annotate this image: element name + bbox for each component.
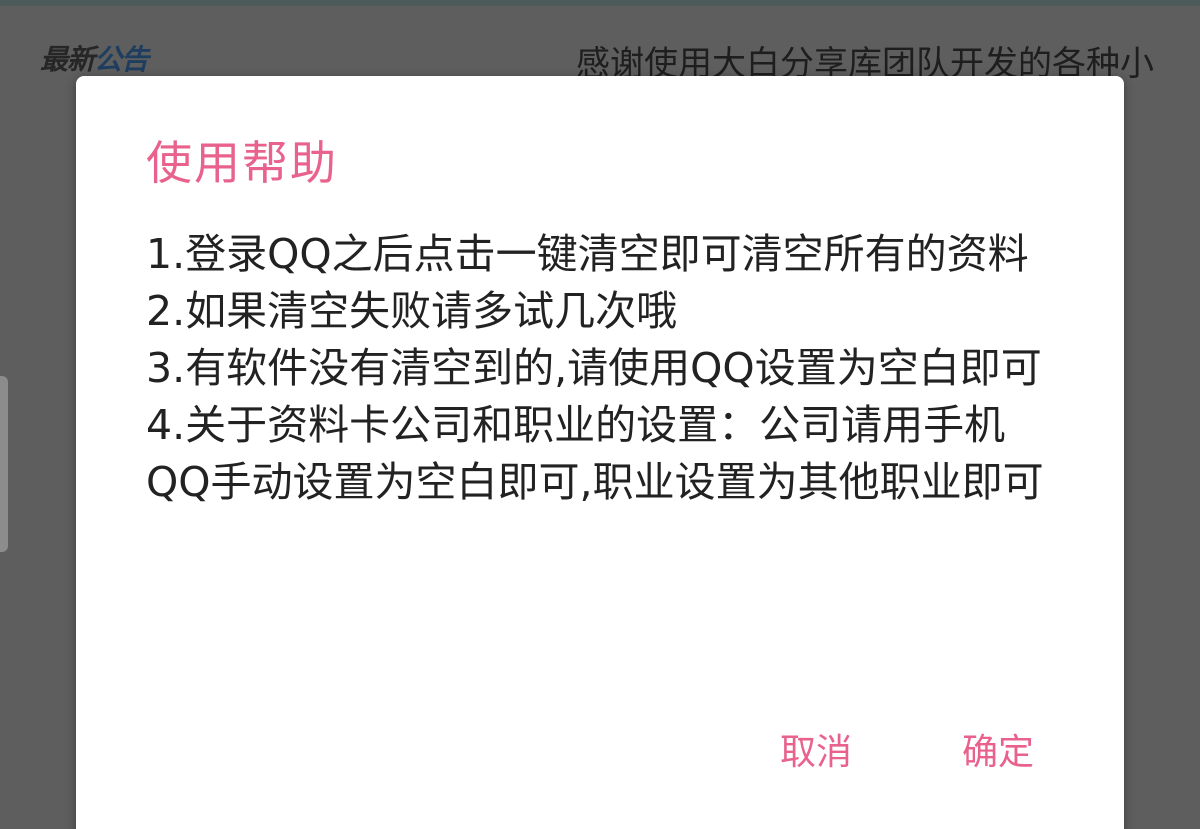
dialog-body: 1.登录QQ之后点击一键清空即可清空所有的资料 2.如果清空失败请多试几次哦 3… — [146, 226, 1056, 511]
notice-label: 最新公告 — [40, 38, 149, 78]
help-dialog: 使用帮助 1.登录QQ之后点击一键清空即可清空所有的资料 2.如果清空失败请多试… — [76, 76, 1124, 829]
dialog-actions: 取消 确定 — [76, 716, 1124, 829]
help-line-4: 4.关于资料卡公司和职业的设置：公司请用手机QQ手动设置为空白即可,职业设置为其… — [146, 401, 1044, 506]
notice-label-latest: 最新 — [40, 43, 95, 76]
confirm-button[interactable]: 确定 — [950, 716, 1046, 790]
help-line-2: 2.如果清空失败请多试几次哦 — [146, 287, 678, 335]
notice-label-announcement: 公告 — [94, 43, 149, 76]
dialog-title: 使用帮助 — [146, 136, 338, 190]
help-line-3: 3.有软件没有清空到的,请使用QQ设置为空白即可 — [146, 344, 1042, 392]
cancel-button[interactable]: 取消 — [768, 716, 864, 790]
side-drawer-handle[interactable] — [0, 376, 8, 552]
help-line-1: 1.登录QQ之后点击一键清空即可清空所有的资料 — [146, 230, 1029, 278]
